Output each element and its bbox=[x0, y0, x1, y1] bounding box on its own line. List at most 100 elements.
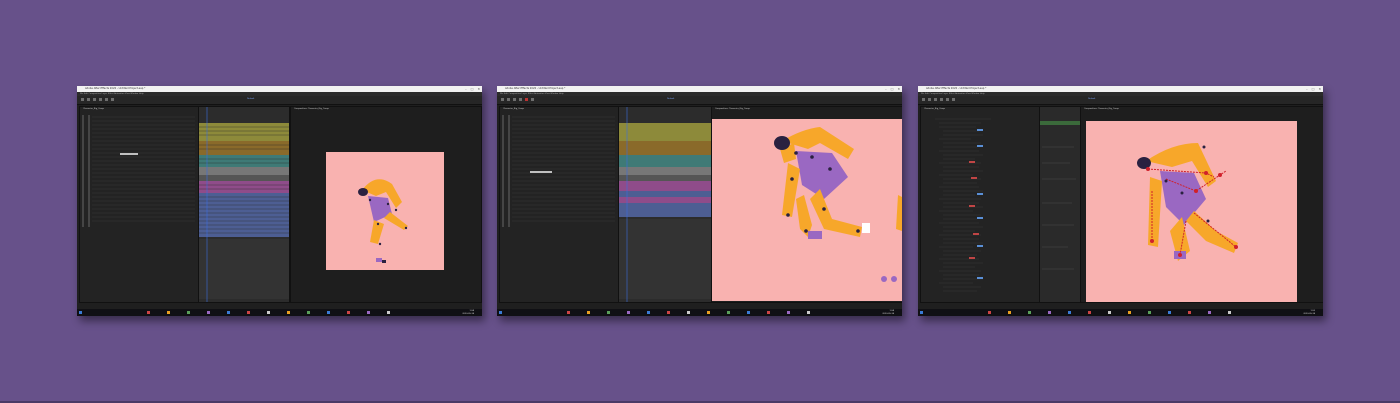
app-icon[interactable] bbox=[787, 311, 790, 314]
record-icon[interactable] bbox=[525, 98, 528, 101]
window-close-icon[interactable]: ✕ bbox=[1318, 87, 1321, 91]
selection-tool-icon[interactable] bbox=[87, 98, 90, 101]
app-icon[interactable] bbox=[1048, 311, 1051, 314]
selection-tool-icon[interactable] bbox=[507, 98, 510, 101]
windows-start-icon[interactable] bbox=[920, 311, 923, 314]
app-icon[interactable] bbox=[147, 311, 150, 314]
app-icon[interactable] bbox=[1208, 311, 1211, 314]
layer-rows bbox=[502, 115, 615, 227]
app-icon[interactable] bbox=[1088, 311, 1091, 314]
zoom-tool-icon[interactable] bbox=[519, 98, 522, 101]
window-maximize-icon[interactable]: □ bbox=[891, 87, 894, 91]
timeline-tracks bbox=[198, 106, 290, 303]
app-icon[interactable] bbox=[747, 311, 750, 314]
layer-bars bbox=[199, 107, 289, 302]
timeline-layer-panel: Character_Rig_Comp bbox=[499, 106, 619, 303]
app-icon[interactable] bbox=[367, 311, 370, 314]
app-icon[interactable] bbox=[1068, 311, 1071, 314]
workspace-tab[interactable]: Default bbox=[247, 98, 254, 100]
app-icon[interactable] bbox=[227, 311, 230, 314]
app-icon[interactable] bbox=[187, 311, 190, 314]
composition-tab[interactable]: Composition: Character_Rig_Comp bbox=[715, 107, 750, 111]
home-icon[interactable] bbox=[501, 98, 504, 101]
toolbar: Default bbox=[77, 96, 482, 105]
pen-tool-icon[interactable] bbox=[111, 98, 114, 101]
composition-canvas[interactable] bbox=[326, 152, 444, 270]
home-icon[interactable] bbox=[922, 98, 925, 101]
app-icon[interactable] bbox=[767, 311, 770, 314]
app-icon[interactable] bbox=[1108, 311, 1111, 314]
screenshot-3: Adobe After Effects 2020 - Untitled Proj… bbox=[918, 86, 1323, 316]
rotate-tool-icon[interactable] bbox=[946, 98, 949, 101]
app-icon[interactable] bbox=[1128, 311, 1131, 314]
composition-canvas[interactable] bbox=[1086, 121, 1297, 302]
workspace-tab[interactable]: Default bbox=[1088, 98, 1095, 100]
window-maximize-icon[interactable]: □ bbox=[471, 87, 474, 91]
app-icon[interactable] bbox=[607, 311, 610, 314]
window-minimize-icon[interactable]: – bbox=[1306, 87, 1308, 91]
app-icon[interactable] bbox=[1228, 311, 1231, 314]
app-icon[interactable] bbox=[1168, 311, 1171, 314]
app-icon[interactable] bbox=[727, 311, 730, 314]
app-icon[interactable] bbox=[267, 311, 270, 314]
app-icon[interactable] bbox=[247, 311, 250, 314]
app-icon[interactable] bbox=[707, 311, 710, 314]
window-minimize-icon[interactable]: – bbox=[885, 87, 887, 91]
layer-bars bbox=[619, 107, 711, 302]
selection-tool-icon[interactable] bbox=[928, 98, 931, 101]
taskbar-clock: 1:58 2020-05-14 bbox=[882, 310, 894, 315]
app-icon[interactable] bbox=[687, 311, 690, 314]
windows-start-icon[interactable] bbox=[499, 311, 502, 314]
hand-tool-icon[interactable] bbox=[513, 98, 516, 101]
app-icon[interactable] bbox=[1008, 311, 1011, 314]
rotate-tool-icon[interactable] bbox=[105, 98, 108, 101]
composition-panel: Composition: Character_Rig_Comp bbox=[290, 106, 482, 303]
app-icon[interactable] bbox=[807, 311, 810, 314]
character-rig bbox=[1137, 143, 1238, 261]
taskbar: 1:59 2020-05-14 bbox=[918, 309, 1323, 316]
timeline-tracks bbox=[618, 106, 712, 303]
window-close-icon[interactable]: ✕ bbox=[897, 87, 900, 91]
app-icon[interactable] bbox=[567, 311, 570, 314]
window-minimize-icon[interactable]: – bbox=[465, 87, 467, 91]
app-icon[interactable] bbox=[1148, 311, 1151, 314]
workspace-tab[interactable]: Default bbox=[667, 98, 674, 100]
app-icon[interactable] bbox=[1028, 311, 1031, 314]
toolbar: Default bbox=[918, 96, 1323, 105]
window-maximize-icon[interactable]: □ bbox=[1312, 87, 1315, 91]
zoom-tool-icon[interactable] bbox=[99, 98, 102, 101]
taskbar-clock: 1:58 2020-05-14 bbox=[462, 310, 474, 315]
app-icon[interactable] bbox=[347, 311, 350, 314]
zoom-tool-icon[interactable] bbox=[940, 98, 943, 101]
expression-column bbox=[1039, 106, 1081, 303]
hand-tool-icon[interactable] bbox=[934, 98, 937, 101]
composition-canvas[interactable] bbox=[712, 119, 902, 301]
app-icon[interactable] bbox=[627, 311, 630, 314]
app-icon[interactable] bbox=[667, 311, 670, 314]
layer-rows bbox=[82, 115, 195, 227]
window-close-icon[interactable]: ✕ bbox=[477, 87, 480, 91]
screenshot-1: Adobe After Effects 2020 - Untitled Proj… bbox=[77, 86, 482, 316]
home-icon[interactable] bbox=[81, 98, 84, 101]
composition-panel: Composition: Character_Rig_Comp bbox=[711, 106, 902, 303]
app-icon[interactable] bbox=[387, 311, 390, 314]
hand-tool-icon[interactable] bbox=[93, 98, 96, 101]
app-icon[interactable] bbox=[327, 311, 330, 314]
toolbar: Default bbox=[497, 96, 902, 105]
app-icon[interactable] bbox=[647, 311, 650, 314]
app-icon[interactable] bbox=[1188, 311, 1191, 314]
app-icon[interactable] bbox=[587, 311, 590, 314]
taskbar: 1:58 2020-05-14 bbox=[497, 309, 902, 316]
windows-start-icon[interactable] bbox=[79, 311, 82, 314]
pen-tool-icon[interactable] bbox=[531, 98, 534, 101]
taskbar: 1:58 2020-05-14 bbox=[77, 309, 482, 316]
app-icon[interactable] bbox=[207, 311, 210, 314]
composition-tab[interactable]: Composition: Character_Rig_Comp bbox=[294, 107, 329, 111]
app-icon[interactable] bbox=[307, 311, 310, 314]
app-icon[interactable] bbox=[167, 311, 170, 314]
composition-tab[interactable]: Composition: Character_Rig_Comp bbox=[1084, 107, 1119, 111]
expression-rows bbox=[1040, 121, 1080, 270]
app-icon[interactable] bbox=[988, 311, 991, 314]
pen-tool-icon[interactable] bbox=[952, 98, 955, 101]
app-icon[interactable] bbox=[287, 311, 290, 314]
